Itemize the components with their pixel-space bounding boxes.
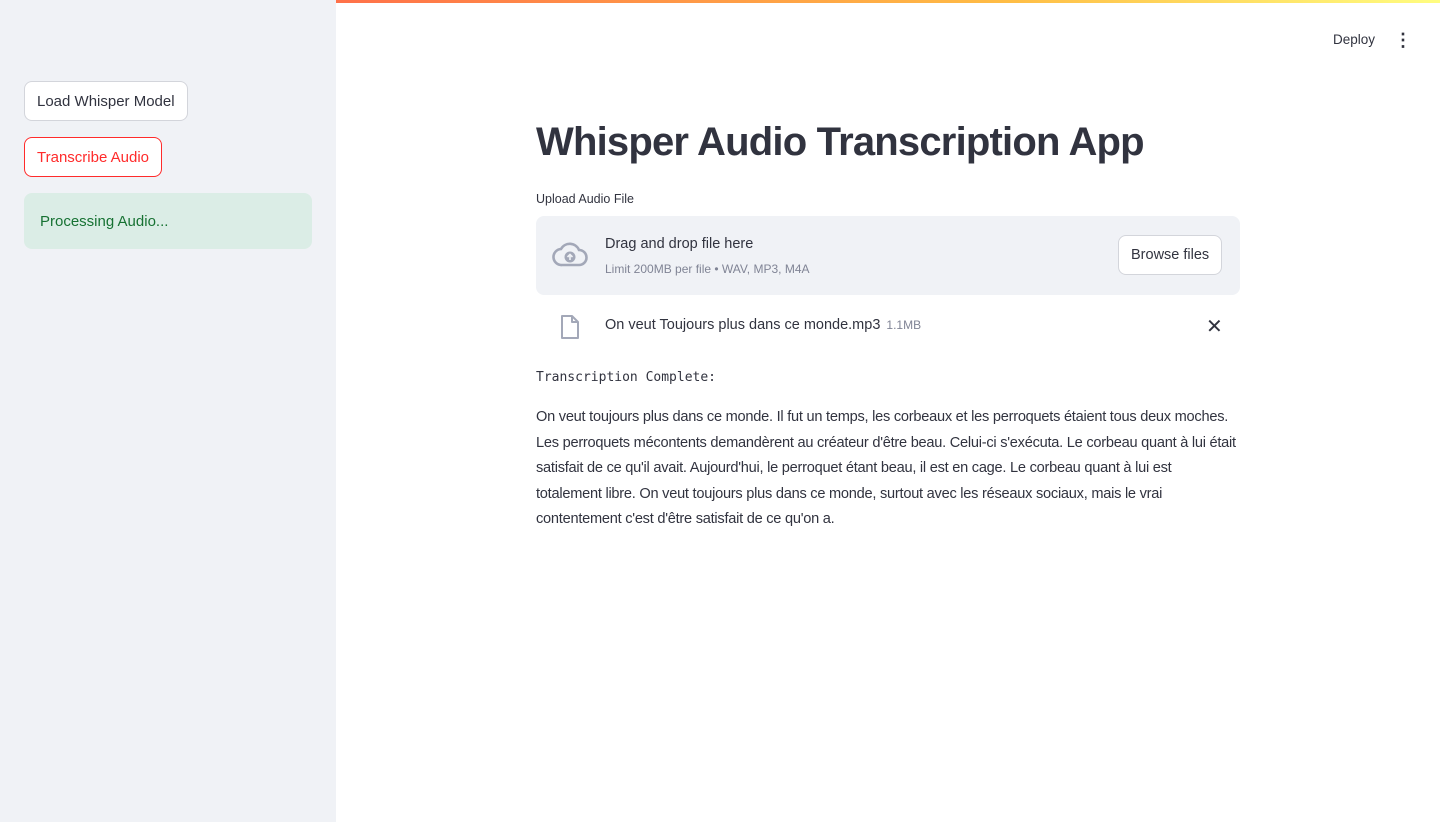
transcription-text: On veut toujours plus dans ce monde. Il …: [536, 409, 1236, 528]
upload-label: Upload Audio File: [536, 192, 634, 206]
page-title: Whisper Audio Transcription App: [536, 120, 1145, 164]
status-message: Processing Audio...: [24, 193, 312, 249]
file-icon: [561, 315, 579, 339]
dropzone-title: Drag and drop file here: [605, 236, 754, 252]
sidebar: Load Whisper Model Transcribe Audio Proc…: [0, 0, 336, 822]
transcribe-audio-button[interactable]: Transcribe Audio: [24, 137, 163, 177]
file-size: 1.1MB: [886, 318, 922, 332]
browse-files-button[interactable]: Browse files: [1118, 235, 1223, 275]
file-dropzone[interactable]: Drag and drop file here Limit 200MB per …: [536, 216, 1240, 295]
dropzone-limit: Limit 200MB per file • WAV, MP3, M4A: [605, 262, 810, 276]
file-name: On veut Toujours plus dans ce monde.mp3: [605, 317, 881, 333]
close-icon[interactable]: ✕: [1206, 314, 1223, 339]
result-label: Transcription Complete:: [536, 370, 717, 385]
load-whisper-model-button[interactable]: Load Whisper Model: [24, 81, 188, 121]
more-vertical-icon[interactable]: ⋮: [1394, 30, 1412, 51]
uploaded-file: On veut Toujours plus dans ce monde.mp3 1…: [605, 317, 921, 333]
deploy-button[interactable]: Deploy: [1333, 32, 1375, 47]
cloud-upload-icon: [552, 242, 588, 267]
